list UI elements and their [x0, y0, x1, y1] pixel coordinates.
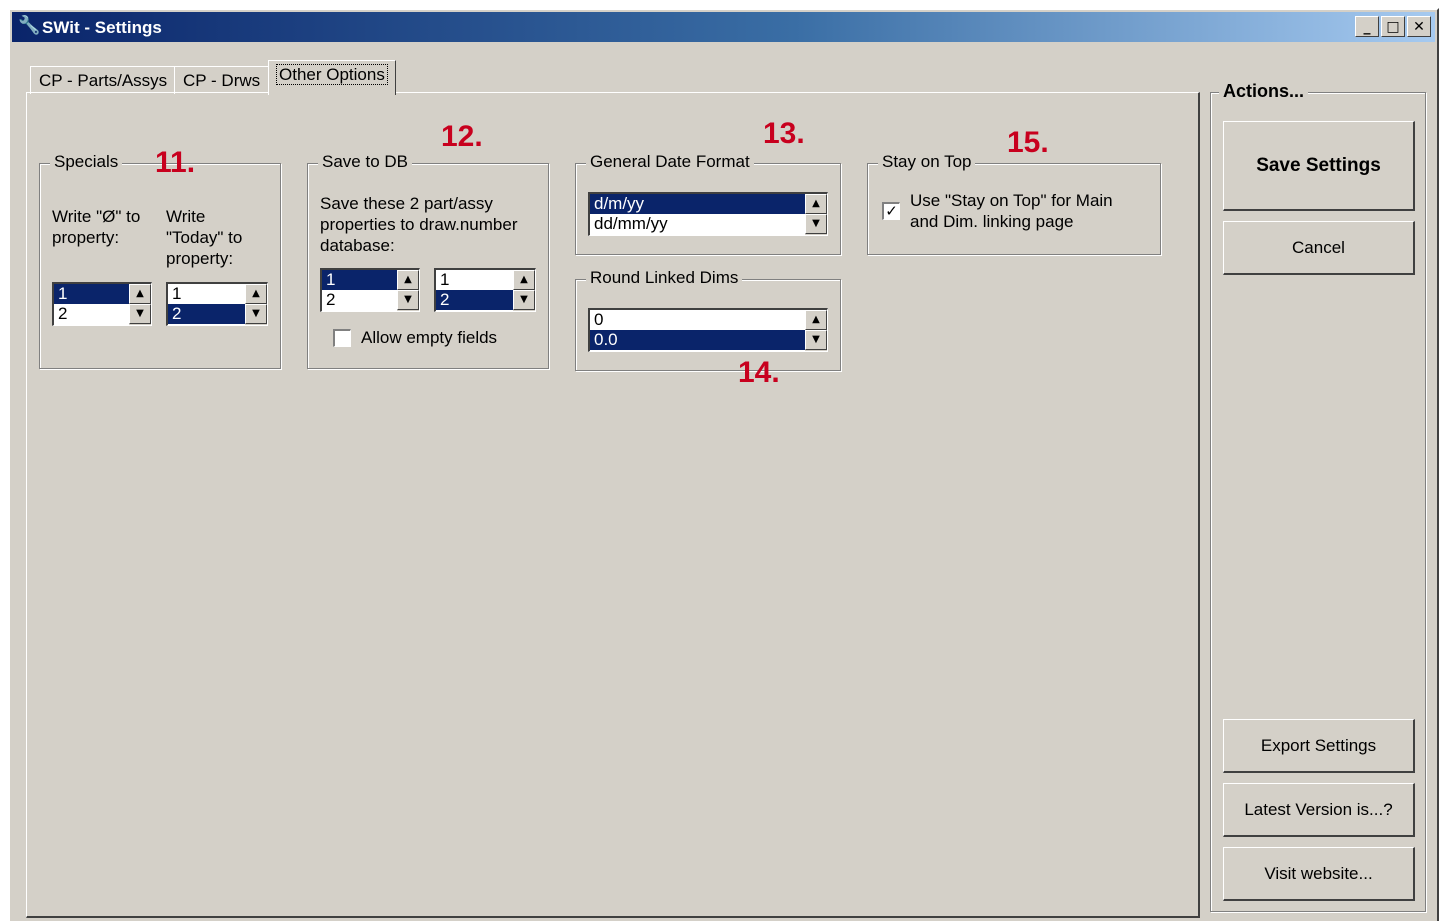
- cancel-button[interactable]: Cancel: [1223, 221, 1415, 275]
- scrollbar[interactable]: ▲ ▼: [245, 284, 267, 325]
- scroll-down-icon[interactable]: ▼: [513, 290, 535, 310]
- scroll-down-icon[interactable]: ▼: [805, 214, 827, 234]
- scroll-up-icon[interactable]: ▲: [805, 310, 827, 330]
- annotation-11: 11.: [155, 146, 196, 179]
- stay-on-top-legend: Stay on Top: [878, 152, 976, 172]
- save-to-db-group: Save to DB Save these 2 part/assy proper…: [307, 152, 549, 369]
- round-linked-dims-legend: Round Linked Dims: [586, 268, 743, 288]
- scrollbar[interactable]: ▲ ▼: [805, 310, 827, 351]
- close-button[interactable]: ✕: [1407, 16, 1431, 37]
- round-linked-dims-list[interactable]: 0 0.0 ▲ ▼: [588, 308, 828, 352]
- specials-group: Specials Write "Ø" to property: Write "T…: [39, 152, 281, 369]
- export-settings-button[interactable]: Export Settings: [1223, 719, 1415, 773]
- title-bar[interactable]: 🔧 SWit - Settings _ □ ✕: [12, 12, 1435, 42]
- tab-cp-drws[interactable]: CP - Drws: [174, 66, 270, 94]
- save-db-description-line1: Save these 2 part/assy: [320, 194, 493, 213]
- scroll-up-icon[interactable]: ▲: [513, 270, 535, 290]
- scrollbar[interactable]: ▲ ▼: [129, 284, 151, 325]
- date-format-list[interactable]: d/m/yy dd/mm/yy ▲ ▼: [588, 192, 828, 236]
- allow-empty-fields-label[interactable]: Allow empty fields: [361, 327, 497, 348]
- allow-empty-fields-checkbox[interactable]: [333, 329, 351, 347]
- stay-on-top-label-line2[interactable]: and Dim. linking page: [910, 211, 1073, 232]
- list-item[interactable]: dd/mm/yy: [590, 214, 827, 234]
- window-title: SWit - Settings: [42, 18, 162, 37]
- write-zero-label-line2: property:: [52, 228, 120, 247]
- wrench-icon: 🔧: [18, 15, 41, 35]
- save-db-description-line3: database:: [320, 236, 395, 255]
- scroll-up-icon[interactable]: ▲: [805, 194, 827, 214]
- annotation-14: 14.: [738, 356, 780, 389]
- scrollbar[interactable]: ▲ ▼: [513, 270, 535, 311]
- list-item[interactable]: 0.0: [590, 330, 827, 350]
- latest-version-button[interactable]: Latest Version is...?: [1223, 783, 1415, 837]
- actions-legend: Actions...: [1219, 81, 1309, 102]
- specials-legend: Specials: [50, 152, 123, 172]
- actions-group: Actions... Save Settings Cancel Export S…: [1210, 81, 1426, 912]
- date-format-legend: General Date Format: [586, 152, 754, 172]
- write-zero-property-list[interactable]: 1 2 ▲ ▼: [52, 282, 152, 326]
- tab-other-options[interactable]: Other Options: [268, 60, 396, 95]
- round-linked-dims-group: Round Linked Dims 0 0.0 ▲ ▼: [575, 268, 841, 371]
- stay-on-top-group: Stay on Top ✓ Use "Stay on Top" for Main…: [867, 152, 1161, 255]
- scroll-down-icon[interactable]: ▼: [805, 330, 827, 350]
- annotation-15: 15.: [1007, 126, 1049, 159]
- list-item[interactable]: 0: [590, 310, 827, 330]
- save-to-db-legend: Save to DB: [318, 152, 412, 172]
- write-today-property-list[interactable]: 1 2 ▲ ▼: [166, 282, 268, 326]
- annotation-12: 12.: [441, 120, 483, 153]
- scrollbar[interactable]: ▲ ▼: [805, 194, 827, 235]
- write-today-label-line2: "Today" to: [166, 228, 243, 247]
- scroll-down-icon[interactable]: ▼: [129, 304, 151, 324]
- scroll-up-icon[interactable]: ▲: [397, 270, 419, 290]
- scrollbar[interactable]: ▲ ▼: [397, 270, 419, 311]
- scroll-down-icon[interactable]: ▼: [245, 304, 267, 324]
- save-db-property-list-b[interactable]: 1 2 ▲ ▼: [434, 268, 536, 312]
- scroll-up-icon[interactable]: ▲: [129, 284, 151, 304]
- date-format-group: General Date Format d/m/yy dd/mm/yy ▲ ▼: [575, 152, 841, 255]
- settings-window: 🔧 SWit - Settings _ □ ✕ CP - Parts/Assys…: [8, 8, 1439, 921]
- write-today-label-line3: property:: [166, 249, 234, 268]
- minimize-button[interactable]: _: [1355, 16, 1379, 37]
- list-item[interactable]: d/m/yy: [590, 194, 827, 214]
- visit-website-button[interactable]: Visit website...: [1223, 847, 1415, 901]
- save-db-property-list-a[interactable]: 1 2 ▲ ▼: [320, 268, 420, 312]
- write-today-label-line1: Write: [166, 207, 206, 226]
- stay-on-top-checkbox[interactable]: ✓: [882, 202, 900, 220]
- scroll-down-icon[interactable]: ▼: [397, 290, 419, 310]
- save-db-description-line2: properties to draw.number: [320, 215, 518, 234]
- tab-cp-parts-assys[interactable]: CP - Parts/Assys: [30, 66, 177, 94]
- save-settings-button[interactable]: Save Settings: [1223, 121, 1415, 211]
- annotation-13: 13.: [763, 117, 805, 150]
- tab-panel-other-options: Specials Write "Ø" to property: Write "T…: [26, 92, 1200, 918]
- maximize-button[interactable]: □: [1381, 16, 1405, 37]
- write-zero-label-line1: Write "Ø" to: [52, 207, 141, 226]
- stay-on-top-label-line1[interactable]: Use "Stay on Top" for Main: [910, 190, 1113, 211]
- tab-other-options-label: Other Options: [276, 64, 388, 85]
- scroll-up-icon[interactable]: ▲: [245, 284, 267, 304]
